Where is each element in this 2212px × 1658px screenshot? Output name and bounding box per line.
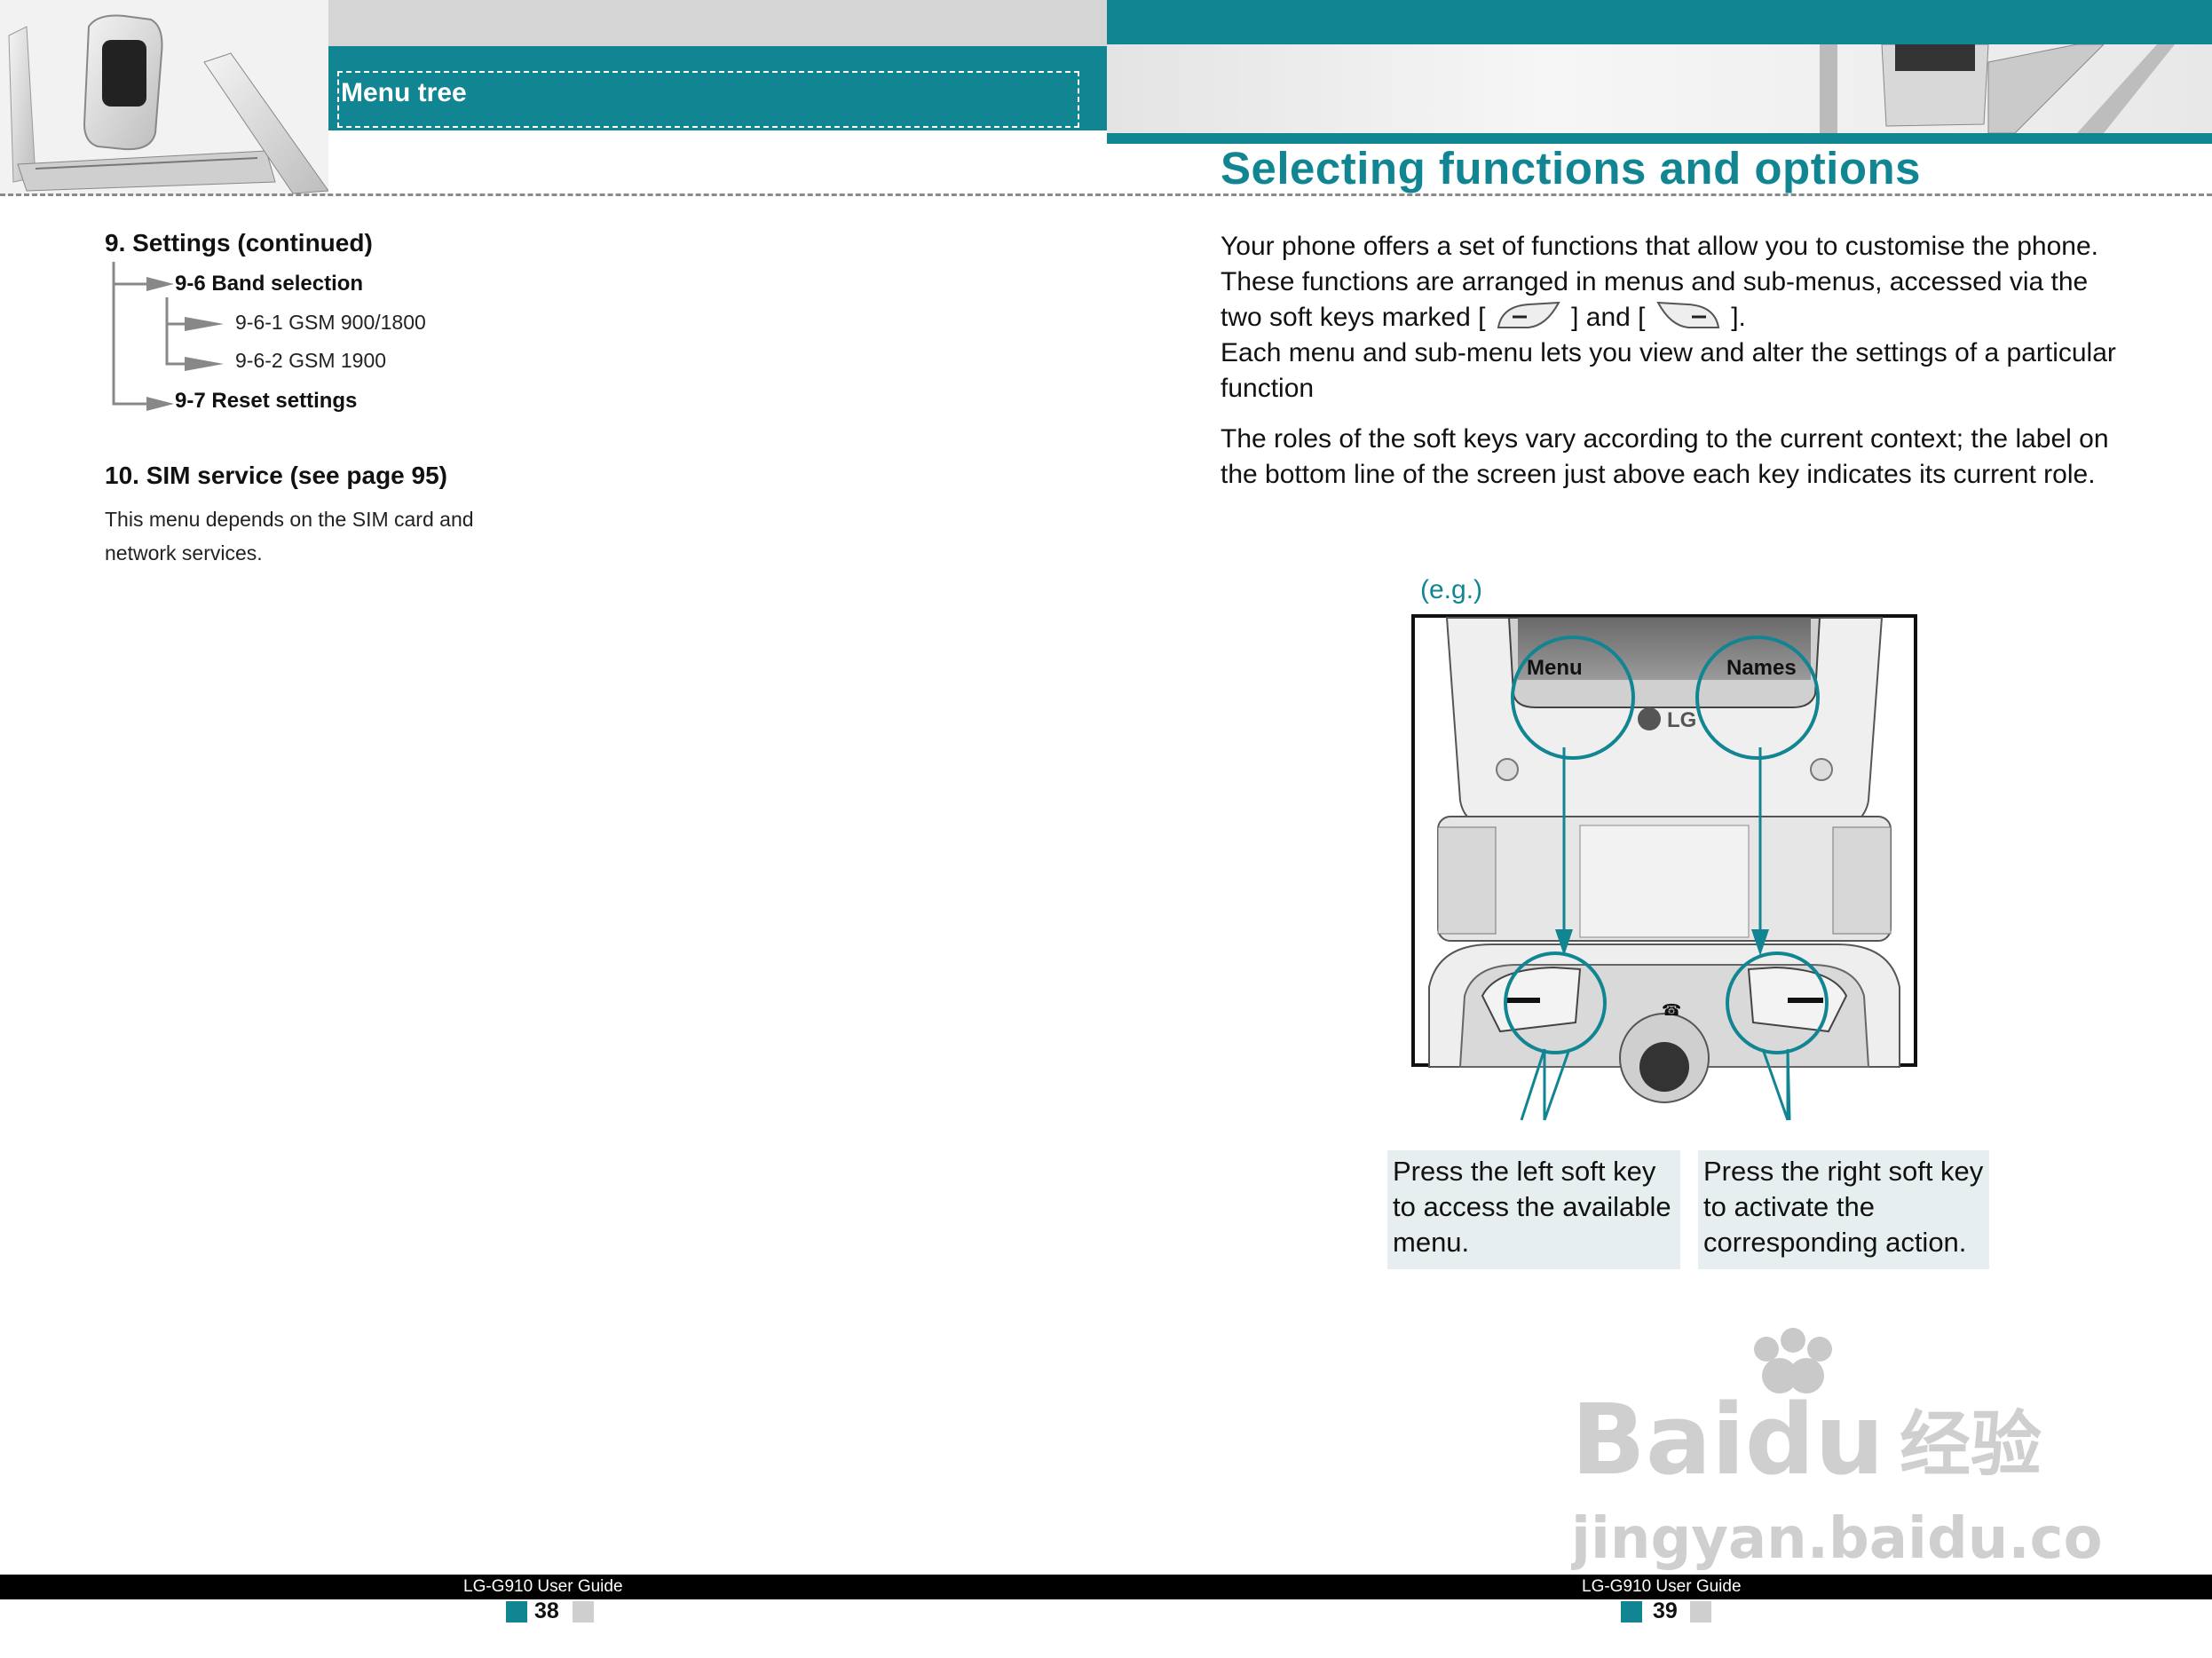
caption-right-softkey: Press the right soft key to activate the… — [1698, 1150, 1989, 1269]
baidu-watermark-logo: Baidu 经验 jingyan.baidu.com — [1571, 1328, 2104, 1572]
intro-paragraph: Your phone offers a set of functions tha… — [1221, 229, 2126, 407]
caption-left-softkey: Press the left soft key to access the av… — [1387, 1150, 1680, 1269]
phone-illustration-left — [0, 0, 328, 195]
phone-softkeys-figure: Menu Names LG ☎ — [1411, 614, 1917, 1121]
phone-illustration-right — [1820, 44, 2175, 133]
tree-item-reset-settings: 9-7 Reset settings — [175, 389, 358, 413]
page-number-left: 38 — [534, 1599, 559, 1623]
left-softkey-icon — [1497, 301, 1560, 328]
sim-service-heading: 10. SIM service (see page 95) — [105, 462, 447, 489]
intro-paragraph-2: Each menu and sub-menu lets you view and… — [1221, 338, 2116, 403]
page-number-right: 39 — [1653, 1599, 1678, 1623]
watermark-brand: Baidu — [1571, 1383, 1884, 1496]
header-band-teal-right — [1107, 0, 2212, 44]
svg-text:☎: ☎ — [1662, 1001, 1681, 1020]
phone-brand-logo: LG — [1667, 708, 1696, 732]
footer-guide-right: LG-G910 User Guide — [1582, 1577, 1742, 1596]
settings-heading: 9. Settings (continued) — [105, 229, 373, 257]
screen-label-menu: Menu — [1527, 656, 1583, 680]
page-marker-right-grey — [1690, 1601, 1711, 1622]
tree-item-gsm-900-1800: 9-6-1 GSM 900/1800 — [235, 311, 426, 334]
watermark-brand-cn: 经验 — [1900, 1403, 2042, 1486]
right-softkey-icon — [1656, 301, 1720, 328]
tree-item-gsm-1900: 9-6-2 GSM 1900 — [235, 349, 387, 372]
example-label: (e.g.) — [1420, 575, 1483, 604]
section-label: Menu tree — [341, 78, 467, 107]
softkey-roles-paragraph: The roles of the soft keys vary accordin… — [1221, 424, 2109, 489]
footer-guide-left: LG-G910 User Guide — [463, 1577, 623, 1596]
page-marker-left-grey — [573, 1601, 594, 1622]
page-marker-left — [506, 1601, 527, 1622]
watermark-url: jingyan.baidu.com — [1571, 1506, 2104, 1572]
page-title: Selecting functions and options — [1221, 143, 1922, 193]
page-marker-right — [1621, 1601, 1642, 1622]
tree-item-band-selection: 9-6 Band selection — [175, 272, 364, 296]
footer-bar — [0, 1575, 2212, 1599]
screen-label-names: Names — [1726, 656, 1797, 680]
menu-tree-arrows-sub — [185, 317, 224, 371]
header-band-grey — [316, 0, 1107, 46]
sim-service-description: This menu depends on the SIM card and ne… — [105, 508, 474, 565]
